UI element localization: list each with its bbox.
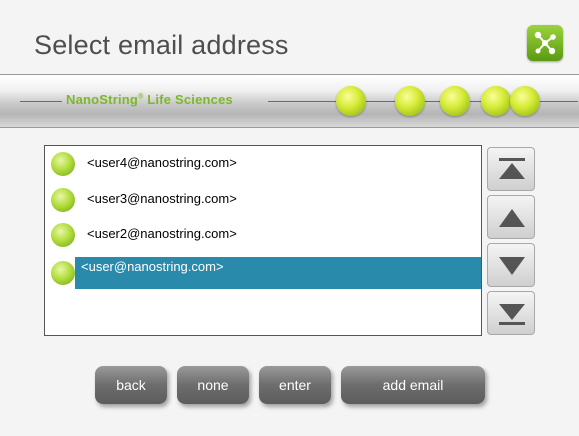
status-dot-3 — [440, 86, 470, 116]
back-button[interactable]: back — [95, 366, 167, 404]
brand-suffix: Life Sciences — [143, 92, 233, 107]
scroll-bottom-icon — [499, 304, 525, 325]
status-dot-5 — [510, 86, 540, 116]
list-item-selected[interactable]: <user@nanostring.com> — [45, 257, 481, 289]
brand-name: NanoString — [66, 92, 139, 107]
scroll-down-icon — [499, 257, 525, 275]
enter-button[interactable]: enter — [259, 366, 331, 404]
list-item[interactable]: <user3@nanostring.com> — [45, 184, 481, 212]
scroll-down-button[interactable] — [487, 243, 535, 287]
scroll-bottom-button[interactable] — [487, 291, 535, 335]
status-dot-1 — [336, 86, 366, 116]
scroll-up-button[interactable] — [487, 195, 535, 239]
network-icon[interactable] — [527, 25, 563, 61]
scroll-top-button[interactable] — [487, 147, 535, 191]
list-item[interactable]: <user4@nanostring.com> — [45, 148, 481, 176]
list-item[interactable]: <user2@nanostring.com> — [45, 219, 481, 247]
status-dot-4 — [481, 86, 511, 116]
add-email-button[interactable]: add email — [341, 366, 485, 404]
email-list[interactable]: <user4@nanostring.com> <user3@nanostring… — [44, 145, 482, 336]
bullet-icon — [51, 261, 75, 285]
email-label: <user@nanostring.com> — [81, 259, 224, 274]
brand-bar: NanoString® Life Sciences — [0, 74, 579, 128]
status-dot-2 — [395, 86, 425, 116]
scroll-top-icon — [499, 158, 525, 179]
scroll-up-icon — [499, 209, 525, 227]
page-title: Select email address — [34, 30, 289, 60]
brand-line-left — [20, 101, 62, 102]
bullet-icon — [51, 152, 75, 176]
email-label: <user2@nanostring.com> — [87, 226, 237, 241]
screen: Select email address NanoString® Life Sc… — [0, 0, 579, 436]
brand-logo-text: NanoString® Life Sciences — [66, 92, 233, 107]
bullet-icon — [51, 223, 75, 247]
none-button[interactable]: none — [177, 366, 249, 404]
bullet-icon — [51, 188, 75, 212]
network-icon-glyph — [534, 31, 556, 55]
email-label: <user4@nanostring.com> — [87, 155, 237, 170]
email-label: <user3@nanostring.com> — [87, 191, 237, 206]
